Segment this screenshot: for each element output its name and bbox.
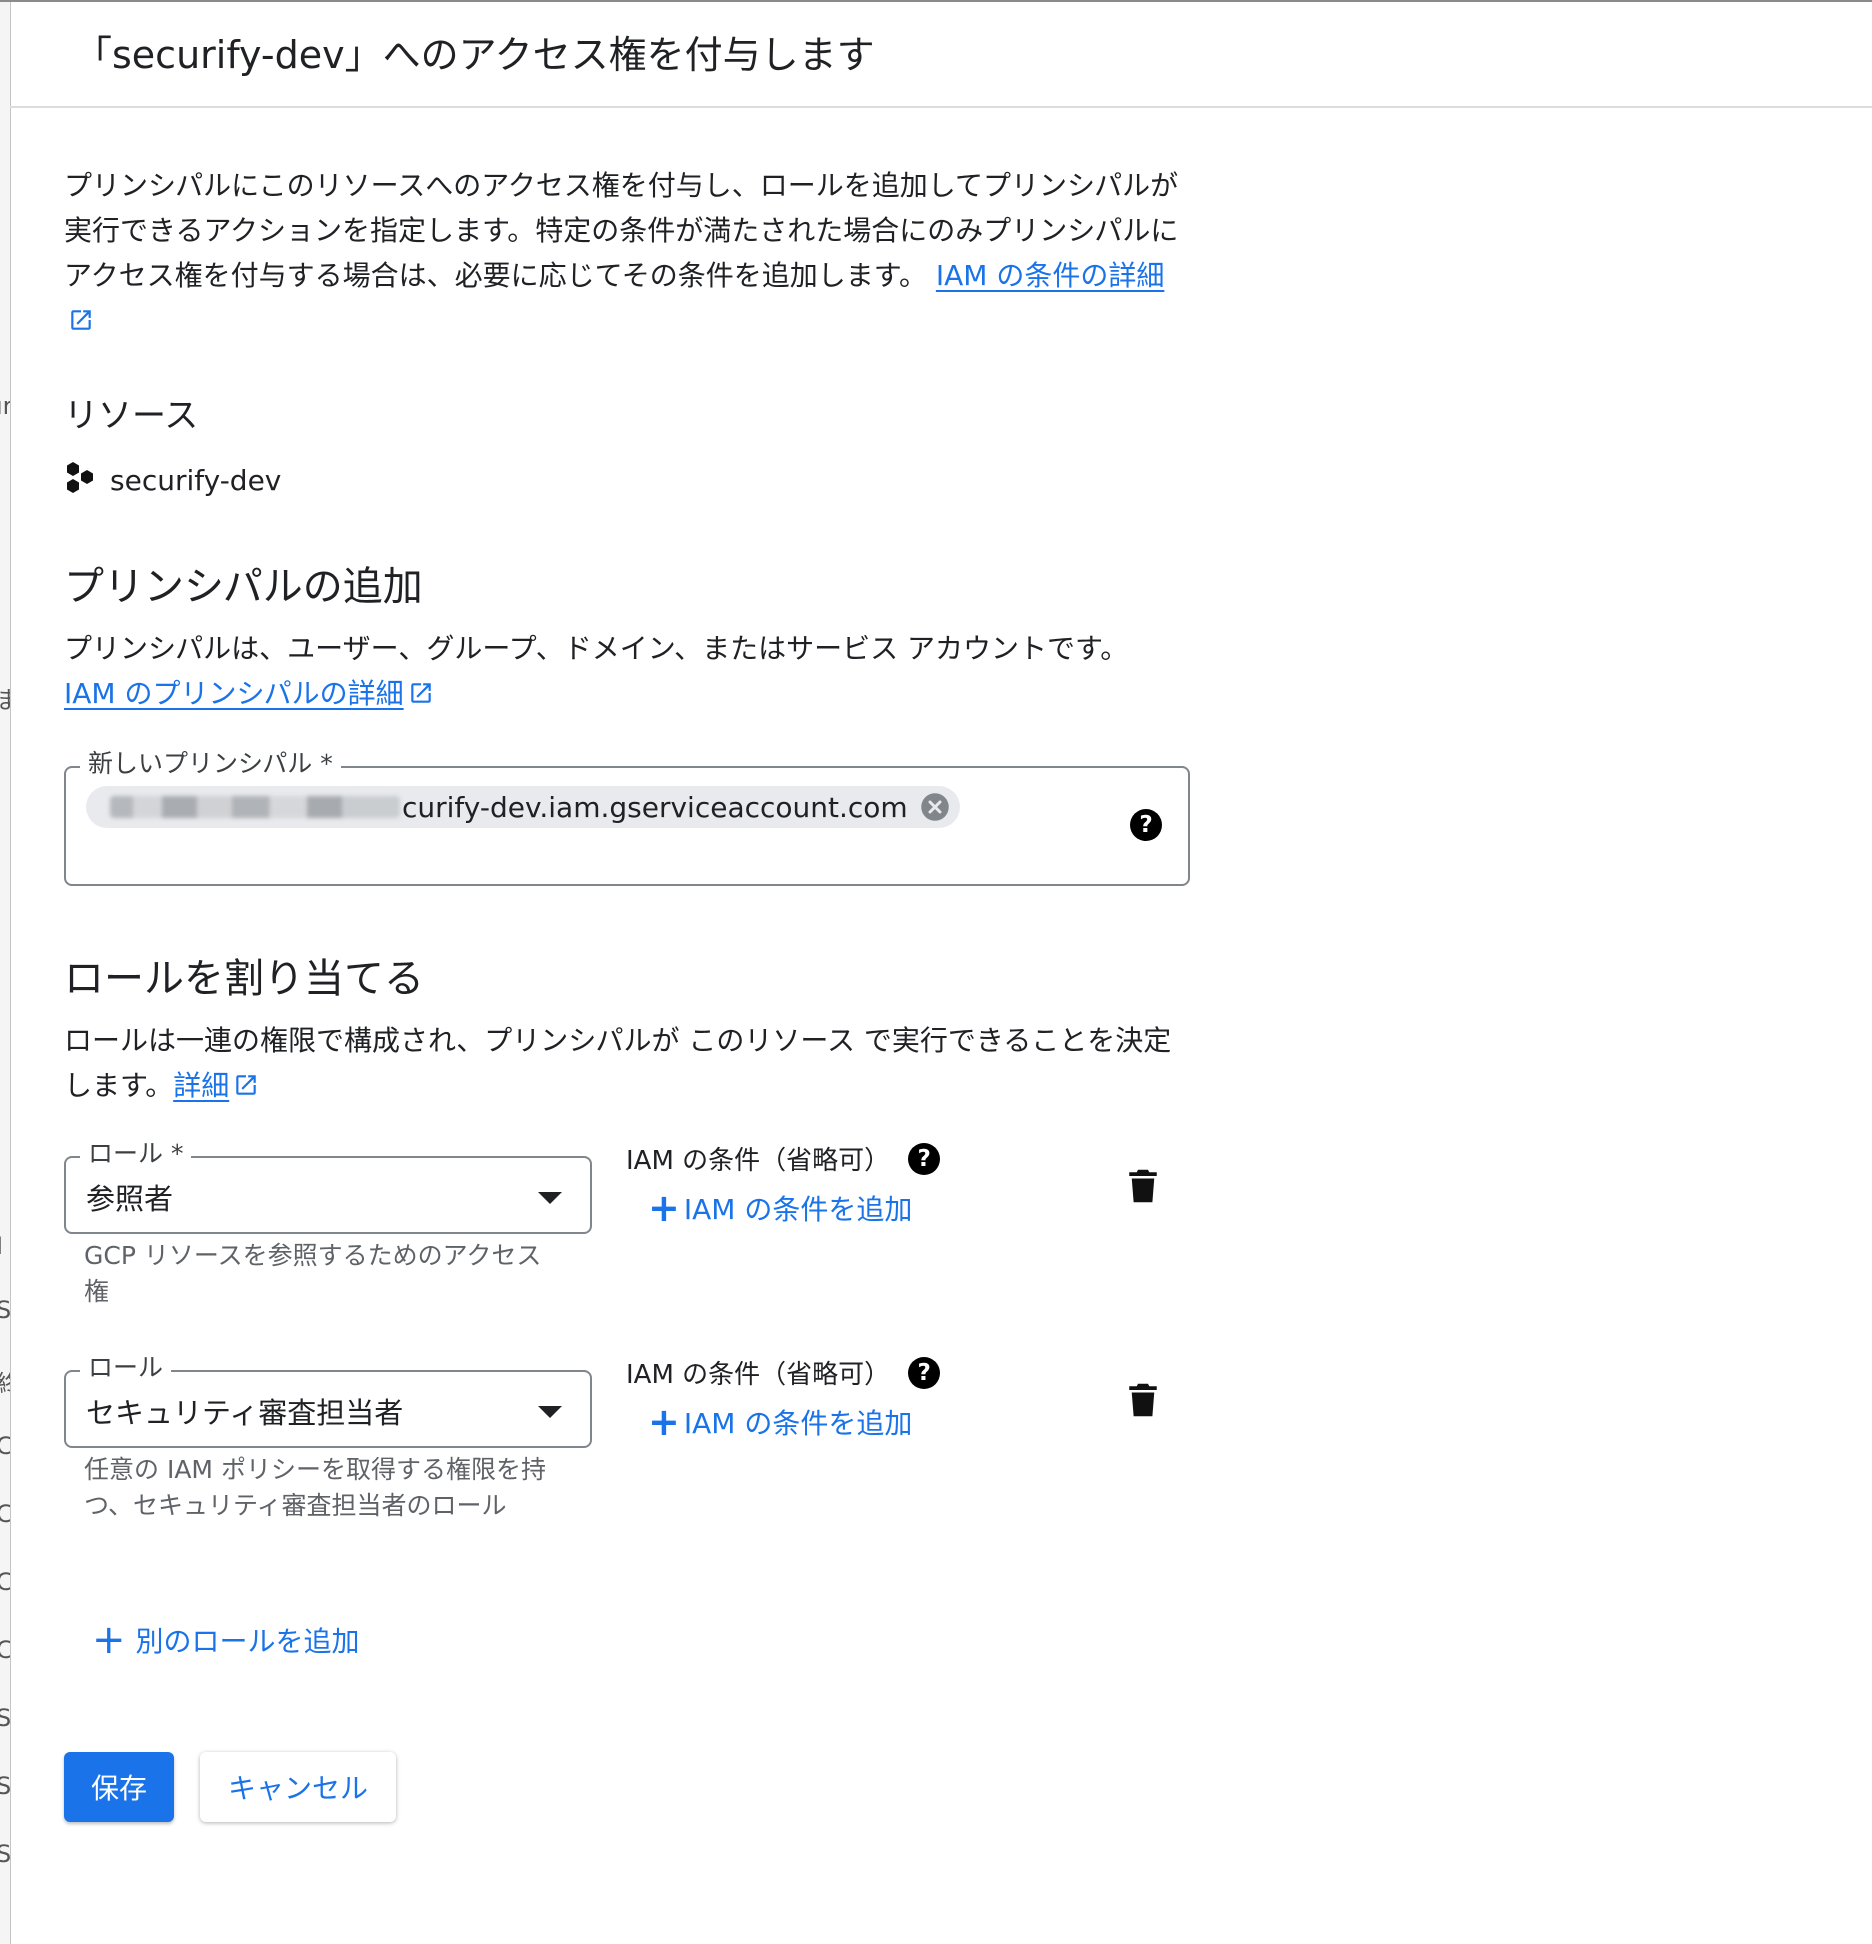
cancel-button[interactable]: キャンセル xyxy=(200,1752,396,1822)
background-fragment: 終 xyxy=(0,1364,10,1399)
plus-icon: + xyxy=(648,1400,680,1444)
background-fragment: I xyxy=(0,1232,3,1260)
new-principals-field[interactable]: 新しいプリンシパル * curify-dev.iam.gserviceaccou… xyxy=(64,746,1190,886)
external-link-icon xyxy=(68,301,94,346)
resource-row: securify-dev xyxy=(64,460,281,500)
add-condition-label: IAM の条件を追加 xyxy=(683,1407,913,1440)
chip-remove-icon[interactable] xyxy=(920,792,950,822)
resource-name: securify-dev xyxy=(110,463,282,497)
add-condition-button[interactable]: + IAM の条件を追加 xyxy=(648,1188,912,1228)
background-fragment: S xyxy=(0,1296,10,1324)
add-condition-button[interactable]: + IAM の条件を追加 xyxy=(648,1402,912,1442)
intro-text: プリンシパルにこのリソースへのアクセス権を付与し、ロールを追加してプリンシパルが… xyxy=(64,163,1194,346)
background-fragment: S xyxy=(0,1704,10,1732)
condition-label-text: IAM の条件（省略可） xyxy=(626,1360,891,1390)
background-fragment: ır xyxy=(0,392,10,420)
plus-icon: + xyxy=(92,1617,126,1663)
roles-details-link[interactable]: 詳細 xyxy=(173,1069,259,1102)
principals-description-text: プリンシパルは、ユーザー、グループ、ドメイン、またはサービス アカウントです。 xyxy=(64,632,1129,665)
role-label: ロール * xyxy=(80,1136,192,1172)
background-fragment: S xyxy=(0,1772,10,1800)
background-fragment: C xyxy=(0,1636,10,1664)
iam-conditions-link-text: IAM の条件の詳細 xyxy=(935,259,1165,292)
condition-label: IAM の条件（省略可） ? xyxy=(626,1140,941,1177)
add-another-role-button[interactable]: + 別のロールを追加 xyxy=(92,1620,360,1660)
external-link-icon xyxy=(408,674,434,719)
help-icon[interactable]: ? xyxy=(908,1356,941,1389)
add-another-role-label: 別のロールを追加 xyxy=(135,1625,360,1658)
plus-icon: + xyxy=(648,1186,680,1230)
roles-details-link-text: 詳細 xyxy=(173,1069,230,1102)
external-link-icon xyxy=(233,1066,259,1111)
resource-heading: リソース xyxy=(64,396,199,436)
background-fragment: C xyxy=(0,1568,10,1596)
role-label: ロール xyxy=(80,1350,172,1386)
save-button[interactable]: 保存 xyxy=(64,1752,174,1822)
delete-role-icon[interactable] xyxy=(1128,1382,1158,1422)
condition-label-text: IAM の条件（省略可） xyxy=(626,1146,891,1176)
help-icon[interactable]: ? xyxy=(1130,809,1162,841)
background-fragment: C xyxy=(0,1500,10,1528)
dropdown-arrow-icon xyxy=(538,1406,562,1418)
principal-chip: curify-dev.iam.gserviceaccount.com xyxy=(86,786,960,828)
background-fragment: ま xyxy=(0,680,10,715)
role-select-1[interactable]: ロール * 参照者 xyxy=(64,1136,592,1234)
dialog-header: 「securify-dev」へのアクセス権を付与します xyxy=(10,2,1872,108)
add-condition-label: IAM の条件を追加 xyxy=(683,1193,913,1226)
role-select-2[interactable]: ロール セキュリティ審査担当者 xyxy=(64,1350,592,1448)
condition-label: IAM の条件（省略可） ? xyxy=(626,1354,941,1391)
principal-chip-text: curify-dev.iam.gserviceaccount.com xyxy=(402,790,908,824)
redacted-text xyxy=(110,796,400,818)
principals-description: プリンシパルは、ユーザー、グループ、ドメイン、またはサービス アカウントです。 I… xyxy=(64,626,1194,719)
role-helper-text: 任意の IAM ポリシーを取得する権限を持つ、セキュリティ審査担当者のロール xyxy=(84,1455,546,1520)
background-page-strip: ır ま I S 終 C C C C S S S xyxy=(0,0,11,1944)
iam-principals-link[interactable]: IAM のプリンシパルの詳細 xyxy=(64,677,434,710)
help-icon[interactable]: ? xyxy=(908,1142,941,1175)
roles-description: ロールは一連の権限で構成され、プリンシパルが このリソース で実行できることを決… xyxy=(64,1018,1194,1111)
roles-heading: ロールを割り当てる xyxy=(64,956,424,1002)
principals-heading: プリンシパルの追加 xyxy=(64,564,423,610)
role-value: セキュリティ審査担当者 xyxy=(86,1396,404,1430)
delete-role-icon[interactable] xyxy=(1128,1168,1158,1208)
role-value: 参照者 xyxy=(86,1182,174,1216)
iam-principals-link-text: IAM のプリンシパルの詳細 xyxy=(64,677,404,710)
background-fragment: C xyxy=(0,1432,10,1460)
new-principals-label: 新しいプリンシパル * xyxy=(80,746,341,782)
project-hexagon-icon xyxy=(64,461,96,499)
dialog-title: 「securify-dev」へのアクセス権を付与します xyxy=(74,33,875,77)
dropdown-arrow-icon xyxy=(538,1192,562,1204)
background-fragment: S xyxy=(0,1840,10,1868)
role-helper-text: GCP リソースを参照するためのアクセス権 xyxy=(84,1241,542,1306)
